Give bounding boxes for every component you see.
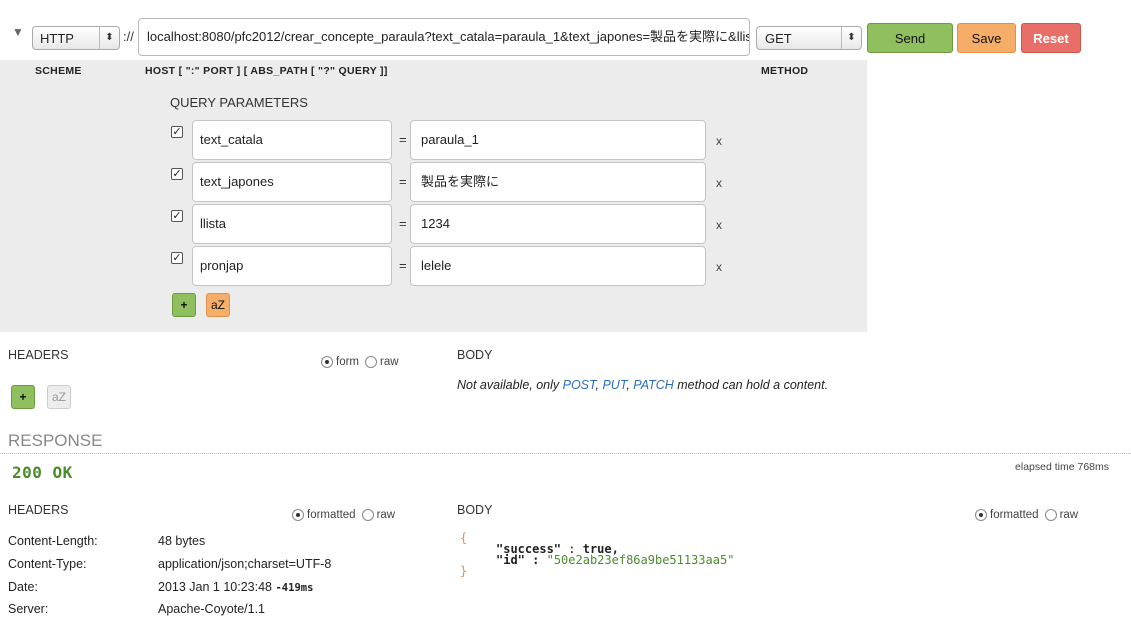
json-line: "id" : "50e2ab23ef86a9be51133aa5" <box>460 553 735 567</box>
form-radio[interactable] <box>321 356 333 368</box>
patch-method-link[interactable]: PATCH <box>633 378 674 392</box>
param-checkbox[interactable]: ✓ <box>171 168 183 180</box>
equals-sign: = <box>399 174 407 189</box>
method-select[interactable]: GET ⬍ <box>756 26 862 50</box>
param-row: ✓ text_japones = 製品を実際に x <box>170 162 730 202</box>
json-close-brace: } <box>460 564 468 578</box>
post-method-link[interactable]: POST <box>563 378 596 392</box>
response-headers-title: HEADERS <box>8 503 69 517</box>
raw-radio[interactable] <box>365 356 377 368</box>
host-label: HOST [ ":" PORT ] [ ABS_PATH [ "?" QUERY… <box>145 65 388 77</box>
remove-param-button[interactable]: x <box>716 218 722 232</box>
param-checkbox[interactable]: ✓ <box>171 126 183 138</box>
scheme-select[interactable]: HTTP ⬍ <box>32 26 120 50</box>
request-headers-title: HEADERS <box>8 348 69 362</box>
status-code: 200 OK <box>12 463 73 482</box>
formatted-radio[interactable] <box>292 509 304 521</box>
response-body-json: { "success" : true, "id" : "50e2ab23ef86… <box>460 532 735 578</box>
param-value-input[interactable]: 1234 <box>410 204 706 244</box>
raw-radio-label: raw <box>376 509 396 521</box>
param-key-input[interactable]: llista <box>192 204 392 244</box>
json-key: "id" <box>496 553 525 567</box>
elapsed-time: elapsed time 768ms <box>1015 461 1109 473</box>
add-param-button[interactable]: + <box>172 293 196 317</box>
sort-params-button[interactable]: aZ <box>206 293 230 317</box>
response-header-value: Apache-Coyote/1.1 <box>158 602 266 616</box>
response-divider <box>0 453 1131 454</box>
scheme-value: HTTP <box>40 30 74 46</box>
url-input[interactable]: localhost:8080/pfc2012/crear_concepte_pa… <box>138 18 750 56</box>
param-key-input[interactable]: text_japones <box>192 162 392 202</box>
param-row: ✓ text_catala = paraula_1 x <box>170 120 730 160</box>
equals-sign: = <box>399 258 407 273</box>
param-key-input[interactable]: pronjap <box>192 246 392 286</box>
form-radio-label: form <box>336 356 359 368</box>
select-arrows-icon: ⬍ <box>99 27 119 49</box>
param-checkbox[interactable]: ✓ <box>171 252 183 264</box>
date-offset: -419ms <box>275 582 314 594</box>
request-body-title: BODY <box>457 348 493 362</box>
body-unavailable-note: Not available, only POST, PUT, PATCH met… <box>457 378 828 392</box>
raw-radio-label: raw <box>1059 509 1079 521</box>
json-colon: : <box>524 553 547 567</box>
scheme-separator: :// <box>123 29 134 44</box>
param-value-input[interactable]: paraula_1 <box>410 120 706 160</box>
json-value: "50e2ab23ef86a9be51133aa5" <box>546 553 735 567</box>
query-parameters-title: QUERY PARAMETERS <box>170 95 308 110</box>
send-button[interactable]: Send <box>867 23 953 53</box>
save-button[interactable]: Save <box>957 23 1016 53</box>
response-header-date: 2013 Jan 1 10:23:48 -419ms <box>158 580 313 594</box>
remove-param-button[interactable]: x <box>716 134 722 148</box>
headers-mode-radio: form raw <box>321 356 399 368</box>
response-header-name: Server: <box>8 602 49 616</box>
response-headers-format-radio: formatted raw <box>292 509 395 521</box>
param-value-input[interactable]: 製品を実際に <box>410 162 706 202</box>
param-row: ✓ llista = 1234 x <box>170 204 730 244</box>
response-header-name: Content-Length: <box>8 534 98 548</box>
response-body-title: BODY <box>457 503 493 517</box>
formatted-radio-label: formatted <box>990 509 1039 521</box>
remove-param-button[interactable]: x <box>716 260 722 274</box>
reset-button[interactable]: Reset <box>1021 23 1081 53</box>
body-note-text: Not available, only <box>457 378 563 392</box>
select-arrows-icon: ⬍ <box>841 27 861 49</box>
body-note-text: method can hold a content. <box>673 378 829 392</box>
formatted-radio-label: formatted <box>307 509 356 521</box>
param-value-input[interactable]: lelele <box>410 246 706 286</box>
method-label: METHOD <box>761 65 809 77</box>
param-key-input[interactable]: text_catala <box>192 120 392 160</box>
response-header-name: Date: <box>8 580 38 594</box>
response-body-format-radio: formatted raw <box>975 509 1078 521</box>
add-header-button[interactable]: + <box>11 385 35 409</box>
raw-radio[interactable] <box>1044 509 1057 521</box>
response-header-value: 48 bytes <box>158 534 206 548</box>
put-method-link[interactable]: PUT <box>602 378 626 392</box>
collapse-toggle-icon[interactable]: ▼ <box>12 25 24 39</box>
equals-sign: = <box>399 216 407 231</box>
method-value: GET <box>765 30 792 46</box>
raw-radio-label: raw <box>380 356 399 368</box>
param-row: ✓ pronjap = lelele x <box>170 246 730 286</box>
formatted-radio[interactable] <box>975 509 987 521</box>
response-title: RESPONSE <box>8 431 103 450</box>
raw-radio[interactable] <box>361 509 374 521</box>
remove-param-button[interactable]: x <box>716 176 722 190</box>
equals-sign: = <box>399 132 407 147</box>
response-header-name: Content-Type: <box>8 557 87 571</box>
response-header-value: 2013 Jan 1 10:23:48 <box>158 580 272 594</box>
response-header-value: application/json;charset=UTF-8 <box>158 557 332 571</box>
scheme-label: SCHEME <box>35 65 82 77</box>
param-checkbox[interactable]: ✓ <box>171 210 183 222</box>
sort-headers-button[interactable]: aZ <box>47 385 71 409</box>
